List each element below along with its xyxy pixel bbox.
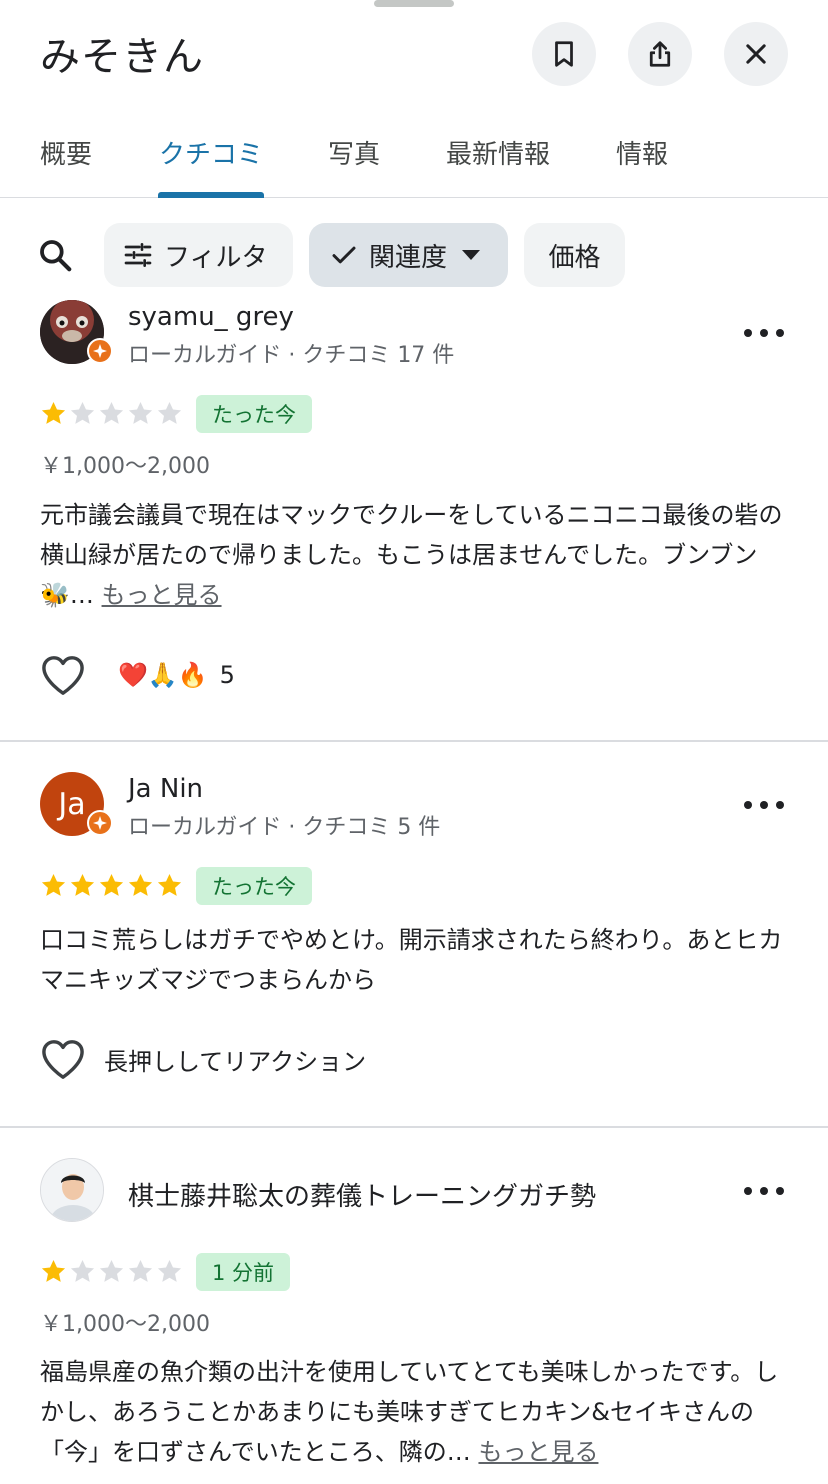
star-icon — [70, 874, 95, 896]
avatar-image-icon — [41, 1159, 103, 1221]
tab-bar: 概要 クチコミ 写真 最新情報 情報 — [0, 110, 828, 198]
heart-icon[interactable] — [40, 1038, 86, 1080]
local-guide-badge — [87, 810, 113, 836]
close-button[interactable] — [724, 22, 788, 86]
divider — [0, 740, 828, 742]
reaction-count: 5 — [219, 661, 235, 689]
tab-reviews[interactable]: クチコミ — [159, 134, 263, 171]
price-range: ￥1,000～2,000 — [40, 454, 210, 479]
share-icon — [649, 41, 671, 67]
time-badge: たった今 — [196, 867, 312, 905]
star-icon — [41, 402, 66, 424]
sort-chip-label: 関連度 — [369, 242, 448, 273]
read-more-link[interactable]: もっと見る — [102, 581, 222, 609]
more-options-button[interactable] — [744, 1181, 784, 1201]
filter-chip[interactable]: フィルタ — [104, 223, 293, 287]
check-icon — [332, 246, 356, 264]
review-text-body: 福島県産の魚介類の出汁を使用していてとても美味しかったです。しかし、あろうことか… — [40, 1358, 779, 1466]
sort-chip[interactable]: 関連度 — [309, 223, 508, 287]
reaction-emojis[interactable]: ❤️🙏🔥 — [118, 661, 208, 689]
read-more-link[interactable]: もっと見る — [478, 1438, 598, 1466]
heart-icon[interactable] — [40, 654, 86, 696]
search-reviews-button[interactable] — [36, 236, 74, 278]
star-icon — [70, 1260, 95, 1282]
reaction-row: 長押ししてリアクション — [40, 1038, 366, 1080]
dropdown-arrow-icon — [462, 250, 481, 260]
reaction-prompt[interactable]: 長押ししてリアクション — [104, 1042, 366, 1077]
star-icon — [99, 402, 124, 424]
star-icon — [157, 402, 182, 424]
star-icon — [128, 1260, 153, 1282]
star-icon — [41, 1260, 66, 1282]
filter-bar: フィルタ 関連度 価格 — [0, 198, 828, 298]
tune-icon — [124, 243, 152, 267]
star-icon — [157, 874, 182, 896]
reviewer-name[interactable]: Ja Nin — [128, 774, 203, 804]
place-title: みそきん — [40, 34, 204, 80]
reviewer-name[interactable]: syamu_ grey — [128, 302, 294, 332]
star-rating — [40, 872, 183, 899]
tab-updates[interactable]: 最新情報 — [446, 134, 550, 171]
tab-overview[interactable]: 概要 — [40, 134, 92, 171]
avatar-initials: Ja — [58, 786, 86, 822]
more-options-button[interactable] — [744, 323, 784, 343]
star-icon — [70, 402, 95, 424]
star-icon — [157, 1260, 182, 1282]
review-text: 元市議会議員で現在はマックでクルーをしているニコニコ最後の砦の横山緑が居たので帰… — [40, 495, 790, 615]
divider — [0, 1126, 828, 1128]
star-rating — [40, 400, 183, 427]
more-options-button[interactable] — [744, 795, 784, 815]
reviewer-meta: ローカルガイド · クチコミ 5 件 — [128, 815, 441, 840]
tab-about[interactable]: 情報 — [616, 134, 668, 171]
share-button[interactable] — [628, 22, 692, 86]
review-text: 福島県産の魚介類の出汁を使用していてとても美味しかったです。しかし、あろうことか… — [40, 1352, 790, 1472]
star-icon — [41, 874, 66, 896]
filter-chip-label: フィルタ — [164, 242, 268, 273]
reviewer-name[interactable]: 棋士藤井聡太の葬儀トレーニングガチ勢 — [128, 1176, 596, 1213]
bookmark-icon — [555, 41, 573, 67]
local-guide-star-icon — [93, 816, 107, 830]
header: みそきん — [0, 0, 828, 110]
star-rating — [40, 1258, 183, 1285]
tab-photos[interactable]: 写真 — [328, 134, 380, 171]
time-badge: 1 分前 — [196, 1253, 291, 1291]
price-chip-label: 価格 — [548, 242, 601, 273]
search-icon — [40, 240, 72, 272]
star-icon — [128, 874, 153, 896]
price-range: ￥1,000～2,000 — [40, 1312, 210, 1337]
place-sheet: みそきん 概要 クチコミ 写真 最新情報 情報 フィルタ 関連度 価格 syam… — [0, 0, 828, 1484]
star-icon — [99, 1260, 124, 1282]
local-guide-star-icon — [93, 344, 107, 358]
star-icon — [128, 402, 153, 424]
save-button[interactable] — [532, 22, 596, 86]
star-icon — [99, 874, 124, 896]
time-badge: たった今 — [196, 395, 312, 433]
reviewer-meta: ローカルガイド · クチコミ 17 件 — [128, 343, 455, 368]
review-text: 口コミ荒らしはガチでやめとけ。開示請求されたら終わり。あとヒカマニキッズマジでつ… — [40, 926, 783, 994]
price-chip[interactable]: 価格 — [524, 223, 625, 287]
local-guide-badge — [87, 338, 113, 364]
close-icon — [746, 44, 766, 64]
avatar[interactable] — [40, 1158, 104, 1222]
reaction-row: ❤️🙏🔥 5 — [40, 654, 235, 696]
